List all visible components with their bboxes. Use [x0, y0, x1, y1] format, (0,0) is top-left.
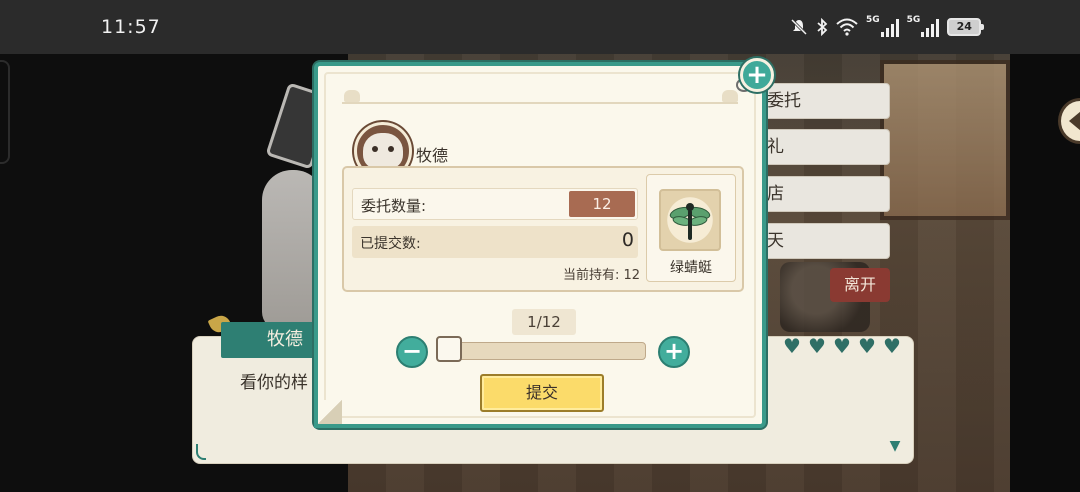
- room-window: [880, 60, 1010, 220]
- menu-commission-button[interactable]: 委托: [760, 83, 890, 119]
- heart-icon: ♥: [808, 334, 826, 358]
- submitted-count-label: 已提交数:: [360, 236, 421, 252]
- commission-info-panel: 委托数量: 12 已提交数: 0 当前持有: 12 绿蜻蜓: [342, 166, 744, 292]
- heart-icon: ♥: [858, 334, 876, 358]
- commission-count-value: 12: [569, 191, 635, 217]
- quantity-slider-track[interactable]: [440, 342, 646, 360]
- item-name: 绿蜻蜓: [670, 260, 712, 276]
- status-icons: 5G 5G 24: [790, 15, 985, 38]
- heart-icon: ♥: [783, 334, 801, 358]
- quantity-slider-thumb[interactable]: [436, 336, 462, 362]
- page-fold-decoration: [314, 400, 342, 428]
- scene-right-dark: [1010, 0, 1080, 492]
- commission-count-label: 委托数量:: [361, 197, 427, 215]
- network-type-label: 5G: [866, 15, 880, 25]
- left-edge-handle[interactable]: [0, 60, 10, 164]
- cat-ear-decoration: [344, 90, 360, 102]
- network-type-label: 5G: [906, 15, 921, 25]
- dragonfly-icon: [669, 203, 711, 240]
- held-count-text: 当前持有: 12: [562, 268, 640, 283]
- quantity-display: 1/12: [512, 309, 576, 335]
- submit-button[interactable]: 提交: [480, 374, 604, 412]
- close-button[interactable]: +: [740, 58, 774, 92]
- item-card[interactable]: 绿蜻蜓: [646, 174, 736, 282]
- submitted-count-value: 0: [621, 229, 634, 251]
- menu-chat-button[interactable]: 天: [760, 223, 890, 259]
- heart-icon: ♥: [883, 334, 901, 358]
- wifi-icon: [836, 16, 858, 38]
- minus-icon: −: [401, 337, 423, 365]
- item-icon-frame: [659, 189, 721, 251]
- increase-quantity-button[interactable]: +: [658, 336, 690, 368]
- decrease-quantity-button[interactable]: −: [396, 336, 428, 368]
- leave-button[interactable]: 离开: [830, 268, 890, 302]
- plus-close-icon: +: [746, 60, 768, 90]
- heart-icon: ♥: [833, 334, 851, 358]
- cat-ear-decoration: [722, 90, 738, 102]
- submit-commission-modal: + 牧德 委托数量: 12 已提交数: 0 当前持有: 12 绿蜻蜓 1/12 …: [314, 58, 774, 428]
- commission-count-row: 委托数量: 12: [352, 188, 638, 220]
- bluetooth-icon: [816, 16, 828, 38]
- modal-divider: [342, 102, 738, 104]
- submitted-count-row: 已提交数: 0: [352, 226, 638, 258]
- chevron-left-icon: [1069, 111, 1080, 131]
- signal-icon: 5G: [866, 15, 899, 38]
- menu-gift-button[interactable]: 礼: [760, 129, 890, 165]
- signal-icon: 5G: [907, 15, 940, 38]
- menu-shop-button[interactable]: 店: [760, 176, 890, 212]
- status-time: 11:57: [101, 16, 161, 38]
- battery-icon: 24: [947, 18, 985, 36]
- mute-bell-icon: [790, 16, 808, 38]
- dialog-text: 看你的样: [240, 373, 308, 393]
- plus-icon: +: [663, 337, 685, 365]
- dialog-next-icon[interactable]: ▼: [887, 438, 903, 454]
- npc-name: 牧德: [416, 146, 449, 165]
- npc-face-icon: [363, 133, 403, 169]
- affection-hearts: ♥ ♥ ♥ ♥ ♥: [783, 334, 903, 358]
- dialog-corner-decoration: [196, 444, 206, 460]
